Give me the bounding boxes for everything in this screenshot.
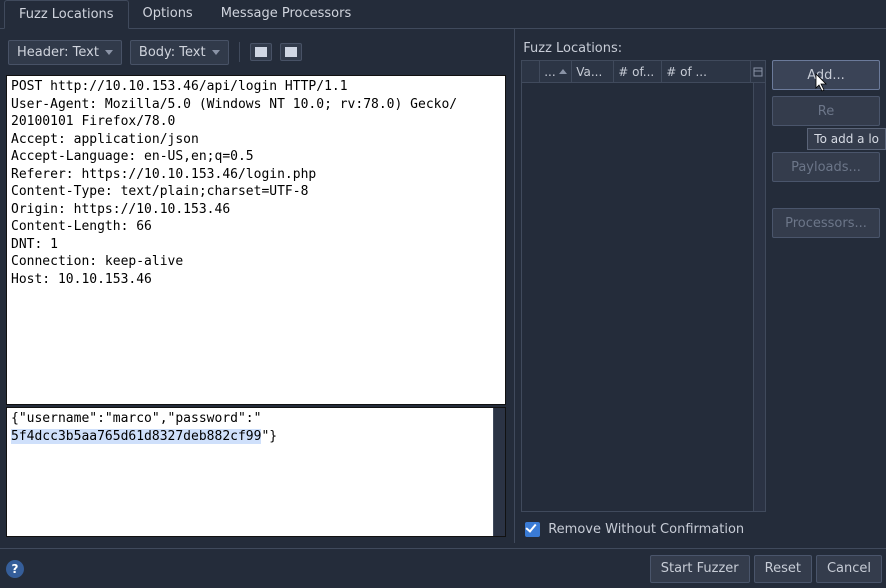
fuzz-locations-label: Fuzz Locations: <box>521 29 880 60</box>
tab-fuzz-locations[interactable]: Fuzz Locations <box>4 0 129 29</box>
remove-button[interactable]: Re <box>772 96 880 126</box>
header-view-label: Header: Text <box>17 45 99 60</box>
left-pane: Header: Text Body: Text POST http://10.1… <box>2 29 515 543</box>
cancel-button[interactable]: Cancel <box>816 555 882 583</box>
tab-options[interactable]: Options <box>129 0 207 28</box>
sort-asc-icon <box>559 69 567 74</box>
table-header: ... Va... # of... # of ... <box>522 61 765 83</box>
view-single-button[interactable] <box>250 43 272 61</box>
toolbar-separator <box>239 42 240 62</box>
request-header-editor[interactable]: POST http://10.10.153.46/api/login HTTP/… <box>6 75 506 405</box>
main-area: Header: Text Body: Text POST http://10.1… <box>0 29 886 543</box>
body-view-dropdown[interactable]: Body: Text <box>130 40 229 65</box>
scrollbar[interactable] <box>493 408 505 536</box>
request-body-editor[interactable]: {"username":"marco","password":" 5f4dcc3b… <box>6 407 506 537</box>
request-toolbar: Header: Text Body: Text <box>2 29 510 75</box>
processors-button[interactable]: Processors... <box>772 208 880 238</box>
tab-message-processors[interactable]: Message Processors <box>207 0 366 28</box>
view-split-button[interactable] <box>280 43 302 61</box>
body-view-label: Body: Text <box>139 45 206 60</box>
body-selected: 5f4dcc3b5aa765d61d8327deb882cf99 <box>11 429 261 444</box>
remove-confirm-label: Remove Without Confirmation <box>548 522 744 537</box>
start-fuzzer-button[interactable]: Start Fuzzer <box>650 555 750 583</box>
footer: ? Start Fuzzer Reset Cancel <box>0 548 886 588</box>
add-tooltip: To add a lo <box>807 128 886 150</box>
fuzz-locations-table[interactable]: ... Va... # of... # of ... <box>521 60 766 512</box>
chevron-down-icon <box>212 50 220 55</box>
reset-button[interactable]: Reset <box>754 555 812 583</box>
remove-confirm-checkbox[interactable] <box>525 522 540 537</box>
header-view-dropdown[interactable]: Header: Text <box>8 40 122 65</box>
request-editors: POST http://10.10.153.46/api/login HTTP/… <box>2 75 510 543</box>
col-num-payloads[interactable]: # of... <box>614 61 662 82</box>
right-pane: Fuzz Locations: ... Va... # of... # of .… <box>515 29 884 543</box>
col-value[interactable]: Va... <box>572 61 614 82</box>
chevron-down-icon <box>105 50 113 55</box>
body-pre: {"username":"marco","password":" <box>11 411 261 426</box>
remove-without-confirm-row: Remove Without Confirmation <box>521 512 880 543</box>
add-button[interactable]: Add... <box>772 60 880 90</box>
table-config-icon[interactable] <box>751 67 765 77</box>
scrollbar[interactable] <box>753 83 765 511</box>
col-num-processors[interactable]: # of ... <box>662 61 751 82</box>
col-location[interactable]: ... <box>540 61 572 82</box>
body-post: "} <box>261 429 277 444</box>
main-tabs: Fuzz Locations Options Message Processor… <box>0 0 886 29</box>
help-icon[interactable]: ? <box>6 560 24 578</box>
payloads-button[interactable]: Payloads... <box>772 152 880 182</box>
